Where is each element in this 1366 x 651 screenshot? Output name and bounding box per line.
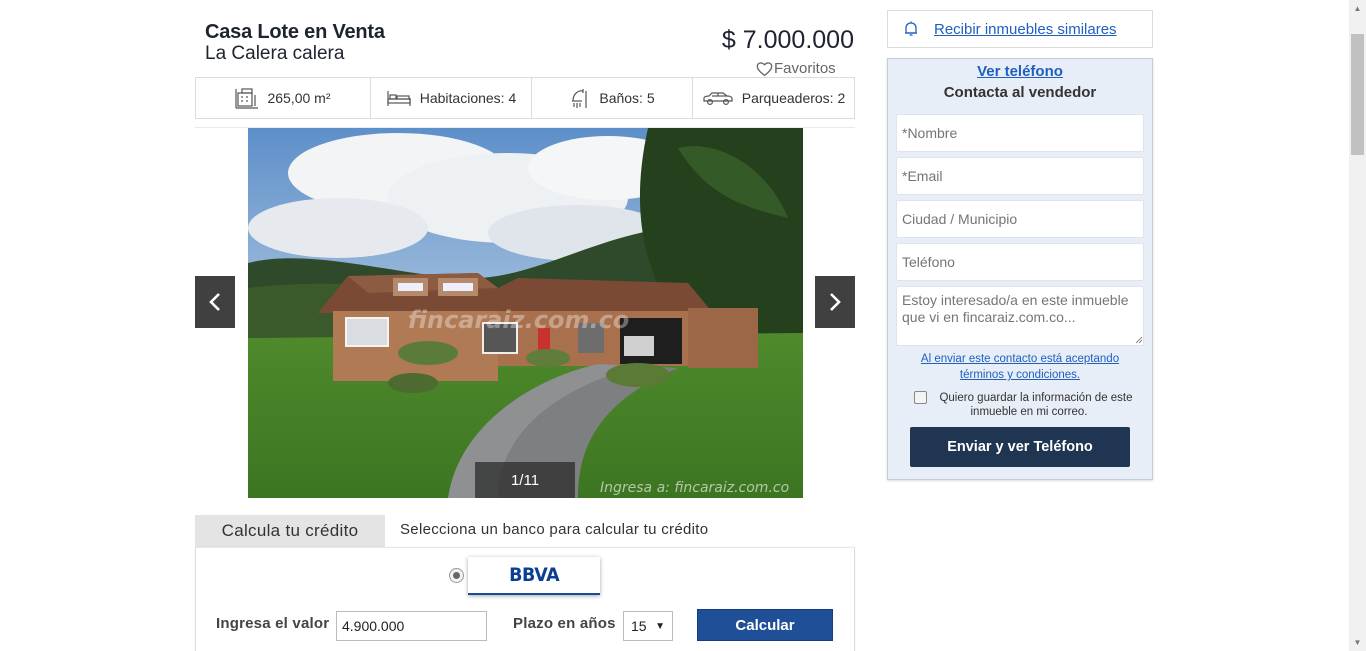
similar-properties-link[interactable]: Recibir inmuebles similares (934, 21, 1117, 38)
photo-corner-watermark: Ingresa a: fincaraiz.com.co (600, 480, 789, 496)
caret-down-icon: ▼ (655, 620, 665, 632)
contact-heading: Contacta al vendedor (943, 84, 1097, 101)
feature-parking: Parqueaderos: 2 (693, 78, 854, 118)
credit-caption: Selecciona un banco para calcular tu cré… (400, 521, 709, 538)
house-photo-illustration: fincaraiz.com.co Ingresa a: fincaraiz.co… (248, 128, 803, 498)
bbva-logo: BBVA (509, 564, 559, 586)
bed-icon (387, 91, 411, 106)
resize-grip-icon[interactable] (1135, 336, 1143, 344)
photo-counter: 1/11 (475, 462, 575, 498)
send-contact-button[interactable]: Enviar y ver Teléfono (910, 427, 1130, 467)
phone-field[interactable] (896, 243, 1144, 281)
value-input[interactable] (336, 611, 487, 641)
prev-photo-button[interactable] (195, 276, 235, 328)
feature-area: 265,00 m² (196, 78, 371, 118)
similar-alert-box: Recibir inmuebles similares (887, 10, 1153, 48)
favorites-button[interactable]: Favoritos (756, 60, 836, 77)
page-scrollbar[interactable]: ▲ ▼ (1349, 0, 1366, 651)
bell-icon (905, 21, 917, 36)
property-page: Casa Lote en Venta La Calera calera $ 7.… (0, 0, 1366, 651)
listing-title: Casa Lote en Venta (205, 21, 385, 43)
radio-dot (453, 572, 460, 579)
scroll-down-icon[interactable]: ▼ (1349, 634, 1366, 651)
email-field[interactable] (896, 157, 1144, 195)
calculate-button[interactable]: Calcular (697, 609, 833, 641)
shower-icon (572, 89, 587, 108)
bank-radio[interactable] (449, 568, 464, 583)
feature-bedrooms: Habitaciones: 4 (371, 78, 532, 118)
contact-form: Ver teléfono Contacta al vendedor Al env… (887, 58, 1153, 480)
bank-option-bbva[interactable]: BBVA (468, 557, 600, 595)
listing-header: Casa Lote en Venta La Calera calera (205, 21, 385, 65)
message-field[interactable] (896, 286, 1144, 346)
car-icon (703, 92, 733, 106)
scrollbar-thumb[interactable] (1351, 34, 1364, 155)
listing-price: $ 7.000.000 (721, 26, 854, 54)
photo-watermark: fincaraiz.com.co (408, 306, 629, 334)
feature-bedrooms-label: Habitaciones: 4 (419, 90, 517, 106)
terms-line-2: términos y condiciones. (959, 369, 1081, 381)
term-label: Plazo en años (513, 615, 616, 632)
property-photo[interactable]: fincaraiz.com.co Ingresa a: fincaraiz.co… (248, 128, 803, 498)
scroll-up-icon[interactable]: ▲ (1349, 0, 1366, 17)
terms-link[interactable]: Al enviar este contacto está aceptando t… (888, 351, 1152, 383)
term-value: 15 (631, 618, 647, 634)
feature-area-label: 265,00 m² (267, 90, 331, 106)
show-phone-link[interactable]: Ver teléfono (888, 63, 1152, 80)
save-info-label: Quiero guardar la información de este in… (914, 391, 1144, 419)
features-bar: 265,00 m² Habitaciones: 4 Baños: 5 Parqu… (195, 77, 855, 119)
save-info-text: Quiero guardar la información de este in… (939, 392, 1133, 418)
feature-bathrooms: Baños: 5 (532, 78, 693, 118)
feature-bathrooms-label: Baños: 5 (599, 90, 655, 106)
next-photo-button[interactable] (815, 276, 855, 328)
terms-line-1: Al enviar este contacto está aceptando (920, 353, 1120, 365)
value-label: Ingresa el valor (216, 615, 330, 632)
chevron-right-icon (830, 293, 841, 311)
term-select[interactable]: 15 ▼ (623, 611, 673, 641)
building-area-icon (235, 88, 259, 109)
feature-parking-label: Parqueaderos: 2 (741, 90, 846, 106)
name-field[interactable] (896, 114, 1144, 152)
chevron-left-icon (209, 293, 220, 311)
credit-tab[interactable]: Calcula tu crédito (195, 515, 385, 547)
favorites-label: Favoritos (774, 60, 836, 77)
city-field[interactable] (896, 200, 1144, 238)
listing-location: La Calera calera (205, 43, 345, 64)
heart-icon (756, 61, 773, 76)
